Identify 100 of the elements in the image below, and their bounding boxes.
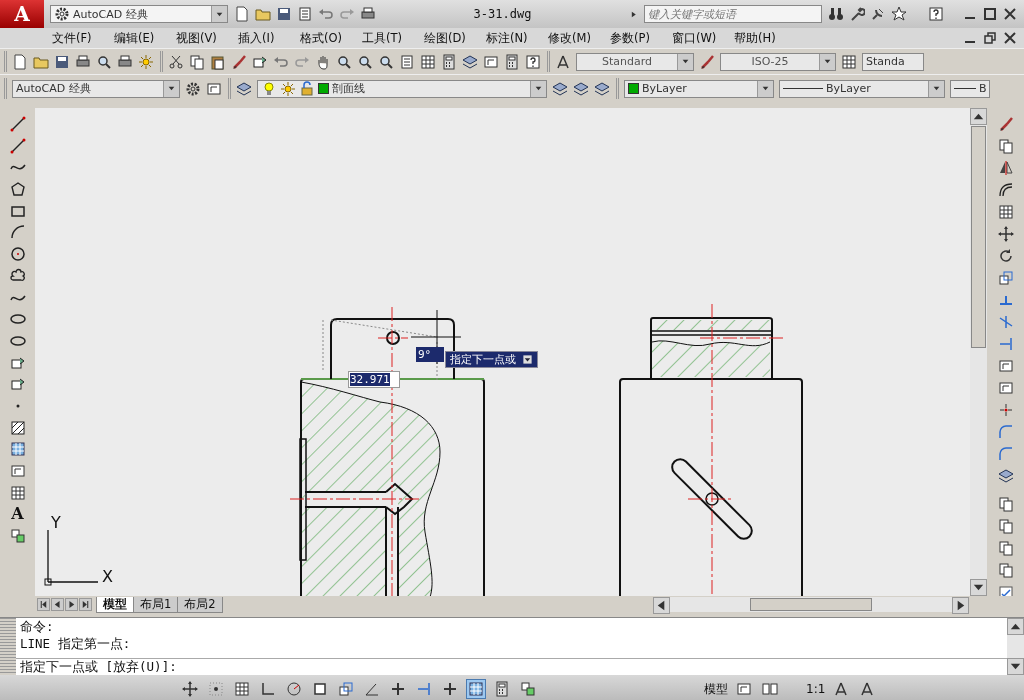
paper-icon[interactable]: [998, 380, 1014, 396]
dimension-style-dropdown[interactable]: ISO-25: [720, 52, 836, 71]
scroll-left-icon[interactable]: [653, 597, 670, 614]
table-style-dropdown[interactable]: Standa: [862, 52, 924, 71]
text-style-icon[interactable]: [555, 53, 571, 70]
layers-icon[interactable]: [236, 80, 252, 97]
scroll-thumb[interactable]: [750, 598, 872, 611]
sun-icon[interactable]: [138, 53, 154, 70]
grid-icon[interactable]: [998, 204, 1014, 220]
workspace-dropdown[interactable]: AutoCAD 经典: [12, 79, 180, 98]
arrowfirst-icon[interactable]: [37, 598, 50, 611]
command-line-field[interactable]: 指定下一点或 [放弃(U)]:: [16, 659, 1007, 675]
color-dropdown[interactable]: ByLayer: [624, 79, 774, 98]
calculator-icon[interactable]: [441, 53, 457, 70]
menu-item[interactable]: 文件(F): [52, 30, 114, 46]
scroll-right-icon[interactable]: [952, 597, 969, 614]
move-icon[interactable]: [180, 679, 200, 699]
layers-icon[interactable]: [206, 80, 222, 97]
offset-icon[interactable]: [998, 182, 1014, 198]
pattern-icon[interactable]: [466, 679, 486, 699]
menu-item[interactable]: 绘图(D): [424, 30, 486, 46]
layers-icon[interactable]: [573, 80, 589, 97]
search-icon[interactable]: [336, 53, 352, 70]
drawing-canvas[interactable]: X Y 32.971 9° 指定下一点或: [35, 108, 970, 596]
new-page-icon[interactable]: [234, 6, 250, 22]
arrowright-icon[interactable]: [65, 598, 78, 611]
horizontal-scrollbar[interactable]: [653, 597, 969, 612]
menu-item[interactable]: 窗口(W): [672, 30, 734, 46]
paper-icon[interactable]: [9, 463, 26, 479]
multiline-text-tool[interactable]: A: [11, 506, 24, 523]
paper-icon[interactable]: [483, 53, 499, 70]
grid-icon[interactable]: [232, 679, 252, 699]
line-icon[interactable]: [9, 137, 26, 154]
model-space-button[interactable]: 模型: [704, 680, 728, 698]
printer-icon[interactable]: [75, 53, 91, 70]
menu-item[interactable]: 帮助(H): [734, 30, 796, 46]
wrench-icon[interactable]: [849, 6, 865, 22]
block-icon[interactable]: [9, 376, 26, 393]
star-icon[interactable]: [891, 6, 907, 22]
layout-tab[interactable]: 模型: [96, 596, 134, 613]
distance-input-field[interactable]: 32.971: [348, 371, 400, 388]
hatch-icon[interactable]: [9, 419, 26, 436]
close-icon[interactable]: [1002, 30, 1018, 46]
arrowleft-icon[interactable]: [51, 598, 64, 611]
restore-icon[interactable]: [982, 30, 998, 46]
command-scrollbar[interactable]: [1007, 618, 1024, 675]
undo-icon[interactable]: [318, 6, 334, 22]
copy-icon[interactable]: [998, 496, 1014, 512]
snap-icon[interactable]: [206, 679, 226, 699]
layers-icon[interactable]: [462, 53, 478, 70]
layout-tab[interactable]: 布局2: [177, 596, 223, 613]
layers-icon[interactable]: [594, 80, 610, 97]
scroll-up-icon[interactable]: [1007, 618, 1024, 635]
application-menu-button[interactable]: A: [0, 0, 44, 28]
command-window-grip[interactable]: [0, 618, 16, 675]
layers-icon[interactable]: [552, 80, 568, 97]
layer-dropdown[interactable]: 剖面线: [257, 79, 547, 98]
scissors-icon[interactable]: [168, 53, 184, 70]
vertical-scrollbar[interactable]: [970, 108, 987, 596]
menu-item[interactable]: 视图(V): [176, 30, 238, 46]
clipboard-icon[interactable]: [210, 53, 226, 70]
menu-item[interactable]: 插入(I): [238, 30, 300, 46]
line-icon[interactable]: [9, 116, 26, 132]
workspace-dropdown[interactable]: AutoCAD 经典: [50, 5, 228, 23]
close-icon[interactable]: [1002, 6, 1018, 22]
copy-icon[interactable]: [998, 518, 1014, 534]
table-style-icon[interactable]: [841, 53, 857, 70]
binoculars-icon[interactable]: [828, 6, 844, 22]
help-icon[interactable]: [525, 53, 541, 70]
search-field[interactable]: 键入关键字或短语: [644, 5, 822, 23]
cycle-icon[interactable]: [518, 679, 538, 699]
menu-item[interactable]: 编辑(E): [114, 30, 176, 46]
scroll-up-icon[interactable]: [970, 108, 987, 125]
search-icon[interactable]: [378, 53, 394, 70]
arc-icon[interactable]: [9, 224, 26, 241]
annotation-scale-button[interactable]: 1:1: [806, 682, 826, 696]
scroll-down-icon[interactable]: [1007, 658, 1024, 675]
lineweight-dropdown[interactable]: B: [950, 79, 990, 98]
arrowlast-icon[interactable]: [79, 598, 92, 611]
rotate-icon[interactable]: [998, 248, 1014, 264]
move-icon[interactable]: [998, 226, 1014, 242]
scroll-thumb[interactable]: [971, 126, 986, 348]
circle-icon[interactable]: [9, 246, 26, 263]
settings-icon[interactable]: [185, 80, 201, 97]
search-icon[interactable]: [357, 53, 373, 70]
maximize-icon[interactable]: [982, 6, 998, 22]
pattern-icon[interactable]: [9, 441, 26, 458]
grid-icon[interactable]: [420, 53, 436, 70]
cloud-icon[interactable]: [9, 267, 26, 284]
hand-icon[interactable]: [315, 53, 331, 70]
linetype-dropdown[interactable]: ByLayer: [779, 79, 945, 98]
save-icon[interactable]: [276, 6, 292, 22]
save-icon[interactable]: [54, 53, 70, 70]
copy-icon[interactable]: [998, 540, 1014, 556]
new-page-icon[interactable]: [12, 53, 28, 70]
scale-icon[interactable]: [336, 679, 356, 699]
copy-icon[interactable]: [998, 562, 1014, 578]
layers-icon[interactable]: [998, 468, 1014, 484]
help-icon[interactable]: [928, 6, 944, 22]
paper-icon[interactable]: [998, 358, 1014, 374]
